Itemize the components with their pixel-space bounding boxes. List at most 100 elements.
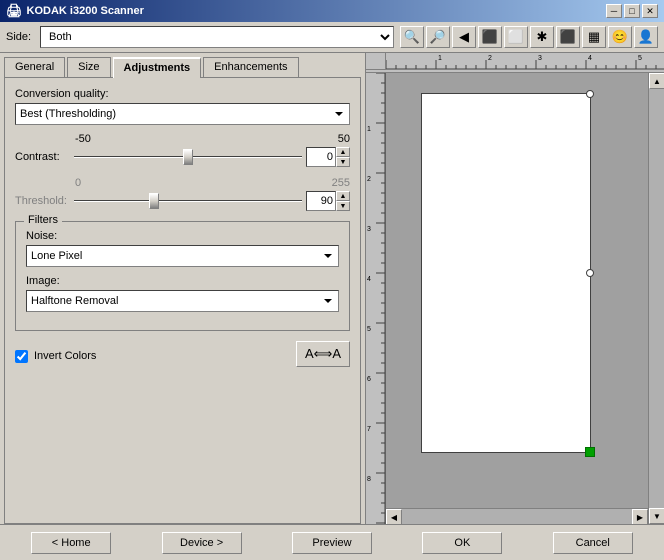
threshold-range-labels: 0 255 xyxy=(15,177,350,189)
ruler-vertical: 123456789 xyxy=(366,73,386,524)
noise-dropdown[interactable]: Lone Pixel None Majority Rule xyxy=(26,245,339,267)
content-area: General Size Adjustments Enhancements Co… xyxy=(0,53,664,524)
scroll-h-track[interactable] xyxy=(402,509,632,524)
handle-mid-right[interactable] xyxy=(586,269,594,277)
preview-main: 123456789 ◀ xyxy=(366,73,664,524)
svg-text:3: 3 xyxy=(367,226,371,233)
contrast-range-labels: -50 50 xyxy=(15,133,350,145)
svg-text:2: 2 xyxy=(488,55,492,62)
zoom-out-button[interactable]: 🔎 xyxy=(426,26,450,48)
toolbar-btn-2[interactable]: ⬛ xyxy=(478,26,502,48)
threshold-min-label: 0 xyxy=(75,177,81,189)
maximize-button[interactable]: □ xyxy=(624,4,640,18)
threshold-spinners: ▲ ▼ xyxy=(336,191,350,211)
conversion-quality-select-wrap: Best (Thresholding) Normal Draft xyxy=(15,103,350,125)
toolbar-btn-6[interactable]: ▦ xyxy=(582,26,606,48)
minimize-button[interactable]: ─ xyxy=(606,4,622,18)
tab-content-adjustments: Conversion quality: Best (Thresholding) … xyxy=(4,77,361,524)
toolbar-btn-7[interactable]: 😊 xyxy=(608,26,632,48)
conversion-quality-dropdown[interactable]: Best (Thresholding) Normal Draft xyxy=(15,103,350,125)
ruler-horizontal: // tick marks rendered below 12345 xyxy=(386,53,664,70)
home-button[interactable]: < Home xyxy=(31,532,111,554)
threshold-label: Threshold: xyxy=(15,195,70,207)
window-title: KODAK i3200 Scanner xyxy=(27,5,144,17)
svg-text:5: 5 xyxy=(638,55,642,62)
invert-colors-checkbox[interactable] xyxy=(15,350,28,363)
contrast-track[interactable] xyxy=(74,149,302,165)
left-panel: General Size Adjustments Enhancements Co… xyxy=(0,53,365,524)
threshold-up-button[interactable]: ▲ xyxy=(336,191,350,201)
ruler-top: // tick marks rendered below 12345 xyxy=(366,53,664,73)
toolbar-btn-8[interactable]: 👤 xyxy=(634,26,658,48)
title-bar-left: 🖨 KODAK i3200 Scanner xyxy=(6,3,144,19)
toolbar-btn-3[interactable]: ⬜ xyxy=(504,26,528,48)
tab-enhancements[interactable]: Enhancements xyxy=(203,57,298,77)
threshold-value-input[interactable] xyxy=(306,191,336,211)
toolbar-btn-5[interactable]: ⬛ xyxy=(556,26,580,48)
bottom-bar: < Home Device > Preview OK Cancel xyxy=(0,524,664,560)
contrast-value-box: ▲ ▼ xyxy=(306,147,350,167)
contrast-control-row: Contrast: ▲ ▼ xyxy=(15,147,350,167)
tab-general[interactable]: General xyxy=(4,57,65,77)
noise-label: Noise: xyxy=(26,230,339,242)
ruler-v-svg: 123456789 xyxy=(366,73,386,524)
threshold-thumb[interactable] xyxy=(149,193,159,209)
threshold-control-row: Threshold: ▲ ▼ xyxy=(15,191,350,211)
contrast-max-label: 50 xyxy=(338,133,350,145)
contrast-spinners: ▲ ▼ xyxy=(336,147,350,167)
scroll-v-track[interactable] xyxy=(649,89,664,508)
contrast-min-label: -50 xyxy=(75,133,91,145)
preview-canvas xyxy=(386,73,648,508)
preview-button[interactable]: Preview xyxy=(292,532,372,554)
toolbar-btn-1[interactable]: ◀ xyxy=(452,26,476,48)
filters-group: Filters Noise: Lone Pixel None Majority … xyxy=(15,221,350,331)
contrast-label: Contrast: xyxy=(15,151,70,163)
image-label: Image: xyxy=(26,275,339,287)
toolbar-btn-4[interactable]: ✱ xyxy=(530,26,554,48)
contrast-value-input[interactable] xyxy=(306,147,336,167)
svg-text:4: 4 xyxy=(588,55,592,62)
filters-group-title: Filters xyxy=(24,214,62,226)
threshold-slider-row: 0 255 Threshold: ▲ xyxy=(15,177,350,211)
svg-text:5: 5 xyxy=(367,326,371,333)
threshold-line xyxy=(74,200,302,202)
image-select-wrap: Halftone Removal None xyxy=(26,290,339,312)
tab-bar: General Size Adjustments Enhancements xyxy=(0,53,365,77)
threshold-value-box: ▲ ▼ xyxy=(306,191,350,211)
contrast-thumb[interactable] xyxy=(183,149,193,165)
threshold-down-button[interactable]: ▼ xyxy=(336,201,350,211)
contrast-up-button[interactable]: ▲ xyxy=(336,147,350,157)
close-button[interactable]: ✕ xyxy=(642,4,658,18)
invert-colors-label: Invert Colors xyxy=(34,350,96,362)
scroll-right-button[interactable]: ▶ xyxy=(632,509,648,524)
tab-adjustments[interactable]: Adjustments xyxy=(113,57,202,78)
svg-text:6: 6 xyxy=(367,376,371,383)
scroll-up-button[interactable]: ▲ xyxy=(649,73,664,89)
device-button[interactable]: Device > xyxy=(162,532,242,554)
tab-size[interactable]: Size xyxy=(67,57,110,77)
title-bar: 🖨 KODAK i3200 Scanner ─ □ ✕ xyxy=(0,0,664,22)
noise-select-wrap: Lone Pixel None Majority Rule xyxy=(26,245,339,267)
ruler-corner xyxy=(366,53,386,70)
svg-text:4: 4 xyxy=(367,276,371,283)
svg-text:7: 7 xyxy=(367,426,371,433)
threshold-max-label: 255 xyxy=(332,177,350,189)
scroll-left-button[interactable]: ◀ xyxy=(386,509,402,524)
handle-top-right[interactable] xyxy=(586,90,594,98)
ok-button[interactable]: OK xyxy=(422,532,502,554)
document-outline xyxy=(421,93,591,453)
zoom-in-button[interactable]: 🔍 xyxy=(400,26,424,48)
svg-text:8: 8 xyxy=(367,476,371,483)
conversion-quality-combo-wrapper: Best (Thresholding) Normal Draft xyxy=(15,103,350,125)
scroll-down-button[interactable]: ▼ xyxy=(649,508,664,524)
threshold-track[interactable] xyxy=(74,193,302,209)
contrast-down-button[interactable]: ▼ xyxy=(336,157,350,167)
svg-text:2: 2 xyxy=(367,176,371,183)
handle-bottom-right[interactable] xyxy=(585,447,595,457)
scrollbar-horizontal: ◀ ▶ xyxy=(386,508,648,524)
image-dropdown[interactable]: Halftone Removal None xyxy=(26,290,339,312)
swap-button[interactable]: A⟺A xyxy=(296,341,350,367)
cancel-button[interactable]: Cancel xyxy=(553,532,633,554)
side-dropdown[interactable]: Both Front Back xyxy=(40,26,394,48)
scrollbar-vertical: ▲ ▼ xyxy=(648,73,664,524)
